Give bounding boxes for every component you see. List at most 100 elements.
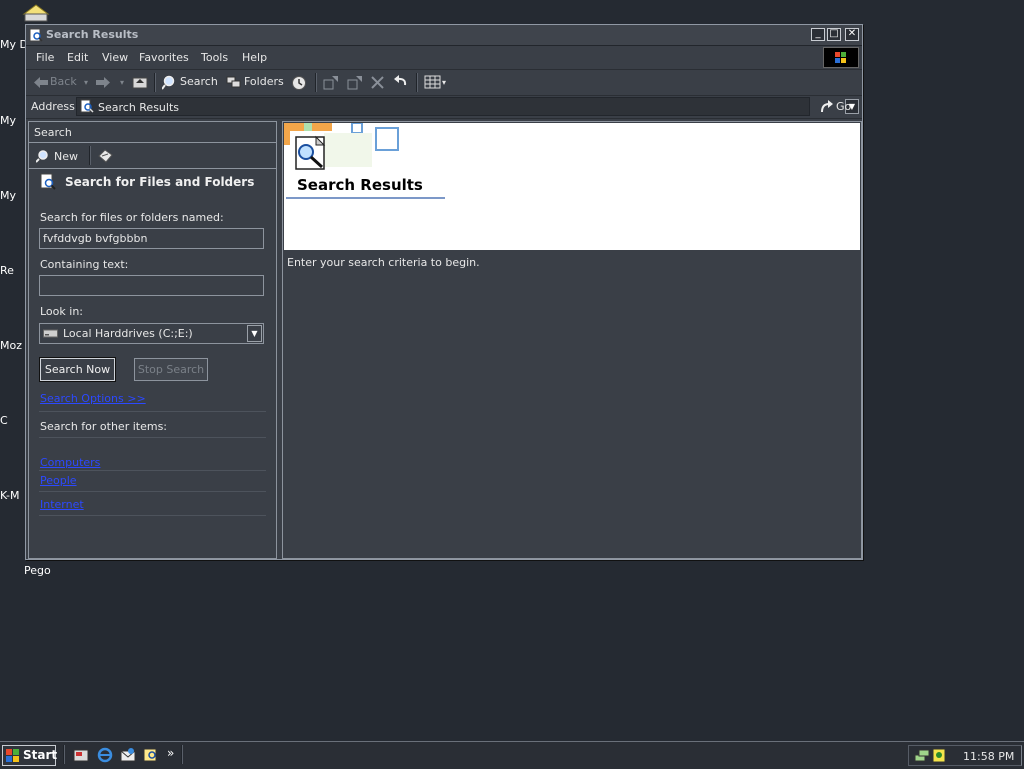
- section-title: Search for Files and Folders: [65, 175, 255, 189]
- taskbar: Start » 11:58 PM: [0, 741, 1024, 769]
- search-assistant-icon[interactable]: [98, 149, 113, 163]
- results-hint: Enter your search criteria to begin.: [287, 256, 480, 269]
- close-icon: ✕: [847, 28, 857, 39]
- tray-app-icon[interactable]: [932, 748, 946, 763]
- search-files-icon: [40, 173, 56, 190]
- look-in-dropdown-button[interactable]: ▼: [247, 325, 262, 342]
- address-value: Search Results: [98, 101, 180, 114]
- desktop-icon-label[interactable]: My: [0, 114, 16, 127]
- start-label: Start: [23, 748, 58, 762]
- desktop-label-pego[interactable]: Pego: [24, 564, 51, 577]
- minimize-icon: _: [815, 28, 821, 39]
- chevron-down-icon: ▼: [251, 329, 258, 338]
- forward-dropdown-icon[interactable]: ▾: [120, 78, 124, 87]
- windows-logo-icon: [823, 47, 859, 68]
- minimize-button[interactable]: _: [811, 28, 825, 41]
- look-in-select[interactable]: Local Harddrives (C:;E:) ▼: [39, 323, 264, 344]
- clock: 11:58 PM: [963, 750, 1015, 763]
- stop-search-button[interactable]: Stop Search: [134, 358, 208, 381]
- menu-bar: File Edit View Favorites Tools Help: [26, 46, 862, 70]
- search-window-icon: [29, 28, 43, 42]
- title-underline: [286, 197, 445, 199]
- internet-link[interactable]: Internet: [40, 498, 84, 511]
- system-tray: 11:58 PM: [908, 745, 1022, 766]
- start-button[interactable]: Start: [2, 745, 58, 766]
- desktop-icon-label[interactable]: Re: [0, 264, 14, 277]
- search-pane: Search New Search for Files and Folders …: [28, 121, 277, 559]
- go-button[interactable]: Go: [836, 100, 851, 113]
- pane-divider: [29, 168, 276, 169]
- menu-favorites[interactable]: Favorites: [139, 51, 189, 64]
- back-dropdown-icon[interactable]: ▾: [84, 78, 88, 87]
- search-now-button[interactable]: Search Now: [39, 357, 116, 382]
- folders-button[interactable]: Folders: [244, 75, 284, 88]
- show-desktop-icon[interactable]: [73, 747, 89, 763]
- go-arrow-icon: [821, 100, 833, 113]
- outlook-express-icon[interactable]: [120, 747, 136, 763]
- standard-toolbar: Back ▾ ▾ Search Folders ▾: [26, 70, 862, 96]
- network-icon[interactable]: [914, 748, 930, 763]
- search-pane-header: Search: [34, 126, 72, 139]
- hard-drive-icon: [43, 329, 58, 338]
- search-options-link[interactable]: Search Options >>: [40, 392, 146, 405]
- menu-file[interactable]: File: [36, 51, 54, 64]
- computers-link[interactable]: Computers: [40, 456, 100, 469]
- close-button[interactable]: ✕: [845, 28, 859, 41]
- search-results-banner-icon: [284, 123, 399, 170]
- move-to-icon[interactable]: [323, 75, 339, 90]
- toolbar-separator: [315, 73, 317, 92]
- search-button[interactable]: Search: [180, 75, 218, 88]
- filename-input[interactable]: fvfddvgb bvfgbbbn: [39, 228, 264, 249]
- pane-divider: [39, 515, 266, 516]
- results-banner: Search Results: [284, 123, 860, 250]
- back-button[interactable]: Back: [50, 75, 77, 88]
- pane-divider: [39, 491, 266, 492]
- new-search-icon: [36, 150, 48, 163]
- internet-explorer-icon[interactable]: [97, 747, 113, 763]
- desktop-icon-label[interactable]: C: [0, 414, 8, 427]
- other-items-label: Search for other items:: [40, 420, 167, 433]
- desktop-icon-label[interactable]: My D: [0, 38, 28, 51]
- copy-to-icon[interactable]: [347, 75, 363, 90]
- menu-view[interactable]: View: [102, 51, 128, 64]
- quicklaunch-chevron-icon[interactable]: »: [167, 746, 174, 760]
- look-in-label: Look in:: [40, 305, 83, 318]
- results-pane: Search Results Enter your search criteri…: [282, 121, 862, 559]
- address-label: Address: [31, 100, 75, 113]
- taskbar-separator: [63, 745, 65, 764]
- folder-desktop-icon[interactable]: [22, 4, 50, 22]
- pane-toolbar-separator: [89, 146, 91, 165]
- views-dropdown-icon[interactable]: ▾: [442, 78, 446, 87]
- menu-help[interactable]: Help: [242, 51, 267, 64]
- desktop-icon-label[interactable]: K-M: [0, 489, 20, 502]
- toolbar-separator: [416, 73, 418, 92]
- pane-divider: [39, 437, 266, 438]
- search-quicklaunch-icon[interactable]: [143, 747, 159, 763]
- address-bar: Address Search Results ▼ Go: [26, 96, 862, 119]
- delete-icon[interactable]: [371, 76, 384, 89]
- menu-tools[interactable]: Tools: [201, 51, 228, 64]
- results-title: Search Results: [297, 176, 423, 194]
- new-search-button[interactable]: New: [54, 150, 78, 163]
- title-bar[interactable]: Search Results _ □ ✕: [26, 25, 862, 46]
- pane-divider: [39, 411, 266, 412]
- taskbar-separator: [181, 745, 183, 764]
- menu-edit[interactable]: Edit: [67, 51, 88, 64]
- undo-icon[interactable]: [393, 75, 409, 89]
- address-input[interactable]: Search Results ▼: [76, 97, 859, 116]
- look-in-value: Local Harddrives (C:;E:): [63, 327, 193, 340]
- people-link[interactable]: People: [40, 474, 77, 487]
- forward-arrow-icon[interactable]: [96, 77, 110, 88]
- up-folder-icon[interactable]: [132, 75, 148, 89]
- explorer-window: Search Results _ □ ✕ File Edit View Favo…: [25, 24, 863, 560]
- maximize-icon: □: [829, 28, 839, 39]
- containing-text-input[interactable]: [39, 275, 264, 296]
- history-icon[interactable]: [291, 75, 307, 91]
- desktop-icon-label[interactable]: Moz: [0, 339, 22, 352]
- pane-divider: [29, 142, 276, 143]
- views-icon[interactable]: [424, 75, 442, 89]
- maximize-button[interactable]: □: [827, 28, 841, 41]
- search-results-icon: [80, 99, 94, 113]
- start-flag-icon: [6, 749, 19, 762]
- desktop-icon-label[interactable]: My: [0, 189, 16, 202]
